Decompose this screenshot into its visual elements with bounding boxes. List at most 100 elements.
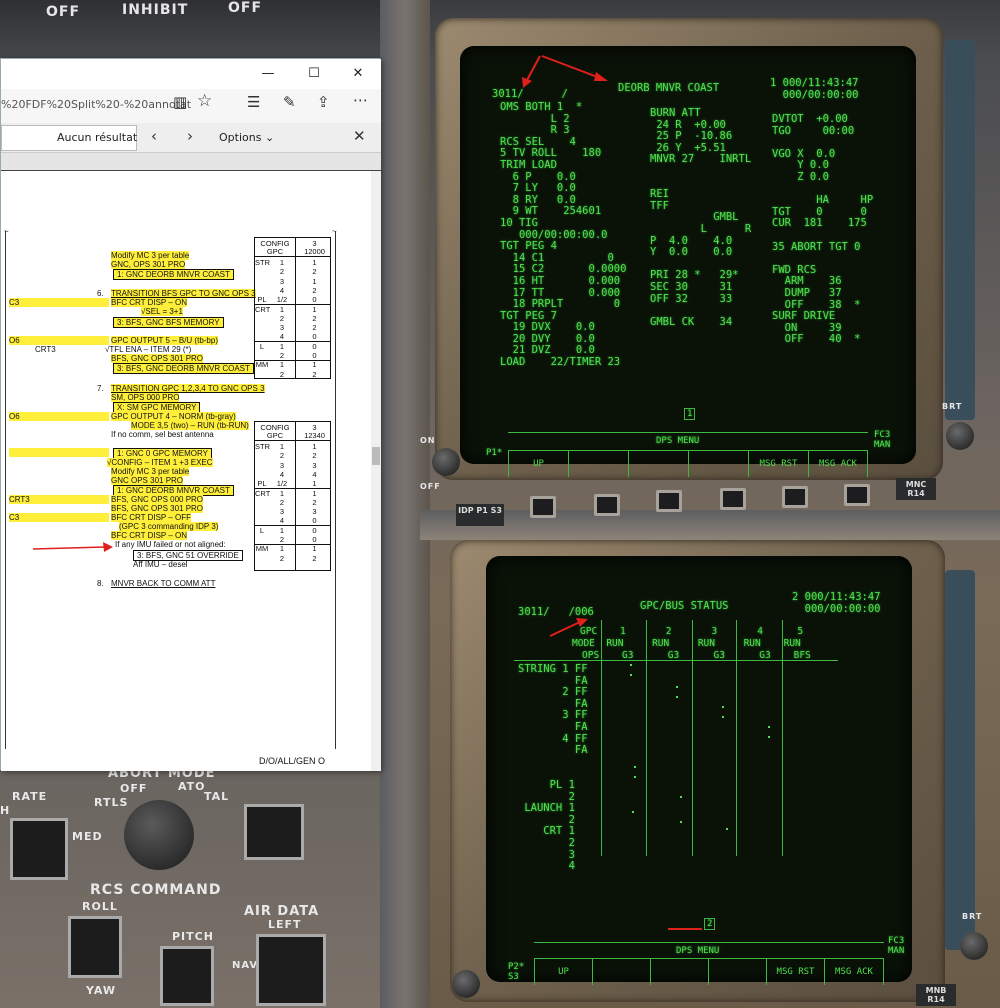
favorites-list-icon[interactable]: ☰ <box>247 93 260 111</box>
crt2-p2-label: P2* S3 <box>508 962 525 982</box>
config-table-cell: STR <box>255 258 270 267</box>
doc-line-26: If any IMU failed or not aligned: <box>115 540 226 549</box>
find-options-button[interactable]: Options ⌄ <box>219 131 274 144</box>
favorite-star-icon[interactable]: ☆ <box>197 91 212 111</box>
config-table-cell: 1 <box>312 544 317 554</box>
air-data-switch[interactable] <box>256 934 326 1006</box>
crt1-edge-key-4[interactable] <box>720 488 746 510</box>
config-table-cell: L <box>259 341 265 351</box>
doc-o6-label: O6 <box>9 336 109 345</box>
config-table-cell: 4 <box>279 332 285 342</box>
abort-off-label: OFF <box>120 782 148 795</box>
doc-line-3: 1: GNC DEORB MNVR COAST <box>113 269 234 280</box>
crt1-softkey-3[interactable] <box>628 451 688 477</box>
med-label: MED <box>72 830 103 843</box>
rcs-roll-pushbutton[interactable] <box>68 916 122 978</box>
config-table-cell: 2 <box>312 313 317 323</box>
crt1-brightness-knob[interactable] <box>946 422 974 450</box>
crt2-softkey-2[interactable] <box>592 959 650 985</box>
step-7-title: TRANSITION GPC 1,2,3,4 TO GNC OPS 3 <box>111 384 265 393</box>
scrollbar-thumb[interactable] <box>372 447 380 465</box>
center-pillar <box>380 0 430 1008</box>
close-window-button[interactable]: ✕ <box>335 59 381 89</box>
gpc-status-dot <box>680 796 682 798</box>
address-bar[interactable]: %20FDF%20Split%20-%20annotate <box>1 93 191 117</box>
crt1-edge-key-6[interactable] <box>844 484 870 506</box>
crt1-edge-key-2[interactable] <box>594 494 620 516</box>
config-table-cell: 1/2 <box>276 295 288 305</box>
crt2-softkey-msg-ack[interactable]: MSG ACK <box>824 959 884 985</box>
crt1-edge-key-5[interactable] <box>782 486 808 508</box>
crt2-softkey-3[interactable] <box>650 959 708 985</box>
config-table-cell: PL <box>257 295 267 305</box>
crt1-softkey-msg-ack[interactable]: MSG ACK <box>808 451 868 477</box>
step-6-number: 6. <box>97 289 104 298</box>
rcs-pitch-pushbutton[interactable] <box>160 946 214 1006</box>
step-6-title: TRANSITION BFS GPC TO GNC OPS 3 <box>111 289 256 298</box>
pdf-browser-window: — ☐ ✕ %20FDF%20Split%20-%20annotate ▥ ☆ … <box>0 58 381 771</box>
crt1-softkey-4[interactable] <box>688 451 748 477</box>
crt2-softkey-row: UP MSG RST MSG ACK <box>534 958 884 985</box>
gpc-status-dot <box>680 821 682 823</box>
doc-crt3-label: CRT3 <box>35 345 56 354</box>
crt2-brightness-knob[interactable] <box>960 932 988 960</box>
off-label-right: OFF <box>228 0 263 16</box>
page-left-rule <box>5 231 6 749</box>
crt1-dps-menu[interactable]: DPS MENU <box>656 436 699 446</box>
config-table-cell: 2 <box>312 451 317 461</box>
crt2-power-knob[interactable] <box>452 970 480 998</box>
abort-tal-label: TAL <box>204 790 230 803</box>
rate-switch-guard[interactable] <box>10 818 68 880</box>
config-table-cell: 0 <box>312 351 317 360</box>
find-close-icon[interactable]: ✕ <box>353 127 366 145</box>
config-table-cell: 2 <box>279 497 285 507</box>
crt2-dps-menu[interactable]: DPS MENU <box>676 946 719 956</box>
roll-label: ROLL <box>82 900 118 913</box>
crt1-edge-key-3[interactable] <box>656 490 682 512</box>
config-table-cell: 1 <box>312 258 317 267</box>
minimize-button[interactable]: — <box>245 59 291 89</box>
more-icon[interactable]: ⋯ <box>353 91 368 109</box>
crt2-string-list: STRING 1 FF FA 2 FF FA 3 FF FA 4 FF FA P… <box>518 663 588 873</box>
maximize-button[interactable]: ☐ <box>291 59 337 89</box>
share-icon[interactable]: ⇪ <box>317 93 330 111</box>
config-table-cell: 0 <box>312 295 317 305</box>
config-table-1: CONFIG GPC 3 12000 STR 1 1 2 2 3 1 4 2 PL 1/2 0 CRT 1… <box>254 237 331 379</box>
crt1-edge-key-1[interactable] <box>530 496 556 518</box>
config-table-cell: 0 <box>312 535 317 544</box>
crt1-fc-man: FC3 MAN <box>874 430 891 450</box>
config-table-cell: 1 <box>312 360 317 370</box>
pen-icon[interactable]: ✎ <box>283 93 296 111</box>
crt1-power-knob[interactable] <box>432 448 460 476</box>
config-table-cell: 2 <box>279 313 285 323</box>
crt2-softkey-msg-rst[interactable]: MSG RST <box>766 959 824 985</box>
crt2-mode-row: MODE RUN RUN RUN RUN RUN <box>572 638 801 649</box>
crt2-softkey-4[interactable] <box>708 959 766 985</box>
scrollbar-track[interactable] <box>371 171 381 771</box>
doc-line-7: GPC OUTPUT 5 – B/U (tb-bp) <box>111 336 218 345</box>
abort-mode-rotary[interactable] <box>124 800 194 870</box>
gpc-status-dot <box>768 726 770 728</box>
crt2-red-underline <box>668 928 702 930</box>
config-table-cell: 4 <box>312 469 317 479</box>
reading-view-icon[interactable]: ▥ <box>173 93 187 111</box>
crt2-title: GPC/BUS STATUS <box>640 600 729 612</box>
doc-c3b-label: C3 <box>9 513 109 522</box>
crt1-softkey-2[interactable] <box>568 451 628 477</box>
crt1-softkey-msg-rst[interactable]: MSG RST <box>748 451 808 477</box>
step-8-title: MNVR BACK TO COMM ATT <box>111 579 216 588</box>
find-next-icon[interactable]: › <box>187 127 193 145</box>
config-table-cell: 2 <box>312 497 317 507</box>
config-table-cell: 1 <box>279 442 285 451</box>
doc-line-25: BFC CRT DISP – ON <box>111 531 188 540</box>
find-previous-icon[interactable]: ‹ <box>151 127 157 145</box>
crt2-softkey-up[interactable]: UP <box>534 959 592 985</box>
config-table-cell: 1 <box>312 479 317 489</box>
abort-pushbutton[interactable] <box>244 804 304 860</box>
crt1-screen: 3011/ / DEORB MNVR COAST 1 000/11:43:47 … <box>460 46 916 477</box>
config-table-cell: 1 <box>279 360 285 370</box>
crt1-softkey-up[interactable]: UP <box>508 451 568 477</box>
doc-line-6: 3: BFS, GNC BFS MEMORY <box>113 317 224 328</box>
doc-line-14: MODE 3,5 (two) – RUN (tb-RUN) <box>131 421 249 430</box>
find-result-label: Aucun résultat <box>57 131 138 144</box>
